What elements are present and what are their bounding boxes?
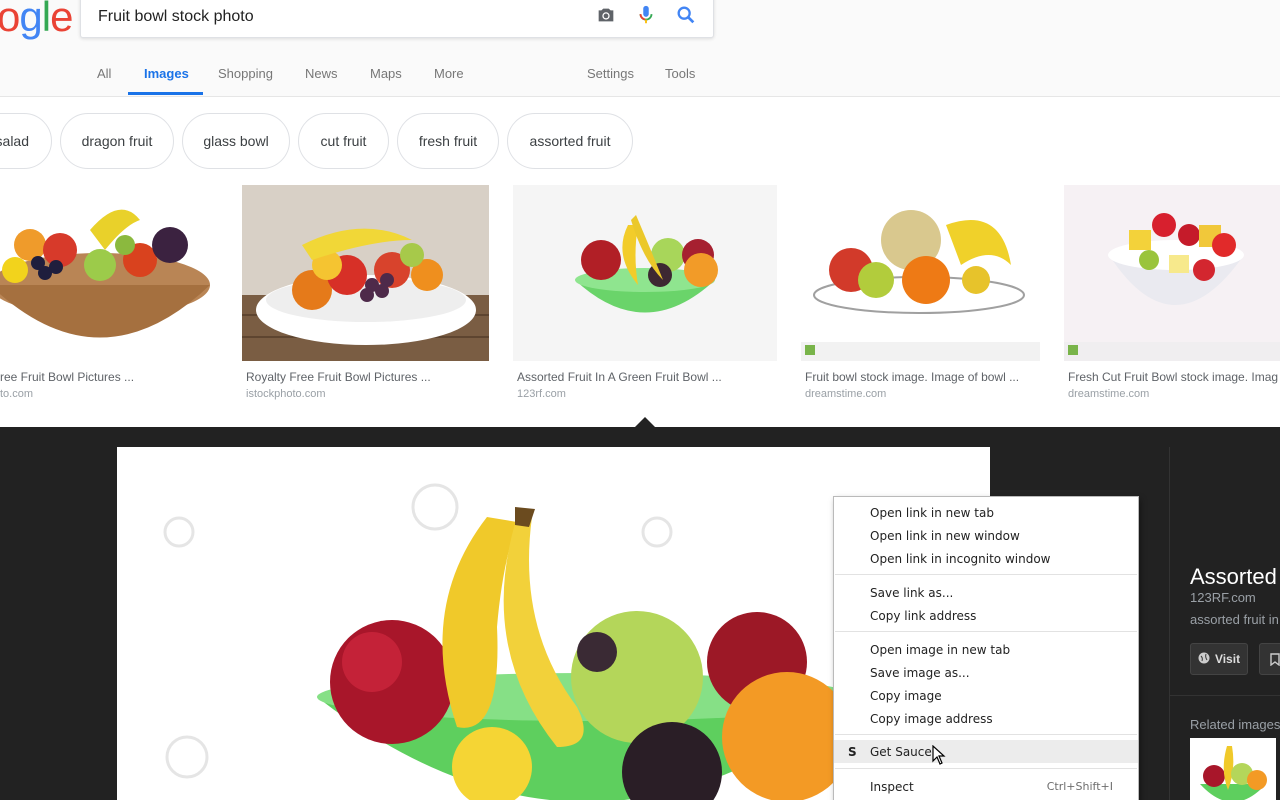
menu-get-sauce[interactable]: S Get Sauce bbox=[834, 740, 1138, 763]
image-results: ree Fruit Bowl Pictures ... to.com Royal… bbox=[0, 185, 1280, 405]
search-box[interactable]: Fruit bowl stock photo bbox=[80, 0, 714, 38]
tab-more[interactable]: More bbox=[434, 66, 464, 81]
camera-icon[interactable] bbox=[595, 4, 617, 26]
menu-separator bbox=[835, 768, 1137, 769]
menu-inspect-label: Inspect bbox=[870, 779, 914, 794]
google-logo[interactable]: ogle bbox=[0, 0, 73, 43]
result-image-3[interactable] bbox=[513, 185, 777, 361]
chip-salad[interactable]: salad bbox=[0, 113, 52, 169]
visit-button-label: Visit bbox=[1214, 652, 1241, 666]
menu-separator bbox=[835, 734, 1137, 735]
related-images-heading: Related images bbox=[1190, 717, 1280, 732]
menu-save-link-as[interactable]: Save link as... bbox=[834, 581, 1138, 604]
menu-separator bbox=[835, 574, 1137, 575]
active-tab-indicator bbox=[128, 92, 203, 95]
result-image-4[interactable] bbox=[801, 185, 1040, 361]
chip-fresh-fruit[interactable]: fresh fruit bbox=[397, 113, 499, 169]
viewer-source-domain[interactable]: 123RF.com bbox=[1190, 590, 1256, 605]
tab-tools[interactable]: Tools bbox=[665, 66, 695, 81]
menu-get-sauce-label: Get Sauce bbox=[870, 744, 932, 759]
result-image-5[interactable] bbox=[1064, 185, 1280, 361]
result-source-4: dreamstime.com bbox=[805, 388, 887, 400]
menu-open-link-new-tab[interactable]: Open link in new tab bbox=[834, 501, 1138, 524]
menu-open-link-incognito[interactable]: Open link in incognito window bbox=[834, 547, 1138, 570]
result-title-1[interactable]: ree Fruit Bowl Pictures ... bbox=[0, 370, 218, 384]
viewer-image-title[interactable]: Assorted bbox=[1190, 564, 1277, 590]
result-title-5[interactable]: Fresh Cut Fruit Bowl stock image. Imag bbox=[1068, 370, 1280, 384]
related-image-1[interactable] bbox=[1190, 738, 1276, 800]
chip-assorted-fruit[interactable]: assorted fruit bbox=[507, 113, 633, 169]
menu-inspect[interactable]: Inspect Ctrl+Shift+I bbox=[834, 775, 1138, 798]
chip-glass-bowl[interactable]: glass bowl bbox=[182, 113, 290, 169]
bookmark-icon bbox=[1270, 653, 1280, 671]
google-images-page: ogle Fruit bowl stock photo All Images S… bbox=[0, 0, 1280, 800]
menu-open-image-new-tab[interactable]: Open image in new tab bbox=[834, 638, 1138, 661]
result-image-1[interactable] bbox=[0, 185, 218, 361]
tab-shopping[interactable]: Shopping bbox=[218, 66, 273, 81]
result-image-2[interactable] bbox=[242, 185, 489, 361]
result-title-4[interactable]: Fruit bowl stock image. Image of bowl ..… bbox=[805, 370, 1037, 384]
chip-dragon-fruit[interactable]: dragon fruit bbox=[60, 113, 174, 169]
tab-images[interactable]: Images bbox=[144, 66, 189, 81]
result-title-3[interactable]: Assorted Fruit In A Green Fruit Bowl ... bbox=[517, 370, 772, 384]
visit-button[interactable]: Visit bbox=[1190, 643, 1248, 675]
search-icon[interactable] bbox=[675, 4, 697, 26]
viewer-side-divider bbox=[1169, 447, 1170, 800]
search-tabs: All Images Shopping News Maps More Setti… bbox=[0, 56, 1280, 97]
menu-copy-link-address[interactable]: Copy link address bbox=[834, 604, 1138, 627]
menu-copy-image[interactable]: Copy image bbox=[834, 684, 1138, 707]
result-source-3: 123rf.com bbox=[517, 388, 566, 400]
menu-open-link-new-window[interactable]: Open link in new window bbox=[834, 524, 1138, 547]
mouse-cursor-icon bbox=[932, 744, 946, 770]
tab-maps[interactable]: Maps bbox=[370, 66, 402, 81]
related-search-chips: salad dragon fruit glass bowl cut fruit … bbox=[0, 113, 1280, 169]
result-source-1: to.com bbox=[0, 388, 34, 400]
tab-settings[interactable]: Settings bbox=[587, 66, 634, 81]
menu-inspect-shortcut: Ctrl+Shift+I bbox=[1046, 780, 1113, 793]
sauce-extension-icon: S bbox=[848, 744, 857, 759]
tab-news[interactable]: News bbox=[305, 66, 338, 81]
result-source-2: istockphoto.com bbox=[246, 388, 326, 400]
tab-all[interactable]: All bbox=[97, 66, 111, 81]
save-button[interactable] bbox=[1259, 643, 1280, 675]
result-source-5: dreamstime.com bbox=[1068, 388, 1150, 400]
search-header: ogle Fruit bowl stock photo All Images S… bbox=[0, 0, 1280, 97]
globe-icon bbox=[1198, 652, 1210, 667]
result-title-2[interactable]: Royalty Free Fruit Bowl Pictures ... bbox=[246, 370, 486, 384]
microphone-icon[interactable] bbox=[635, 4, 657, 26]
search-input[interactable]: Fruit bowl stock photo bbox=[98, 8, 254, 26]
menu-save-image-as[interactable]: Save image as... bbox=[834, 661, 1138, 684]
context-menu: Open link in new tab Open link in new wi… bbox=[833, 496, 1139, 800]
menu-copy-image-address[interactable]: Copy image address bbox=[834, 707, 1138, 730]
menu-separator bbox=[835, 631, 1137, 632]
chip-cut-fruit[interactable]: cut fruit bbox=[298, 113, 389, 169]
viewer-side-separator bbox=[1170, 695, 1280, 696]
viewer-image-description: assorted fruit in bbox=[1190, 612, 1279, 627]
